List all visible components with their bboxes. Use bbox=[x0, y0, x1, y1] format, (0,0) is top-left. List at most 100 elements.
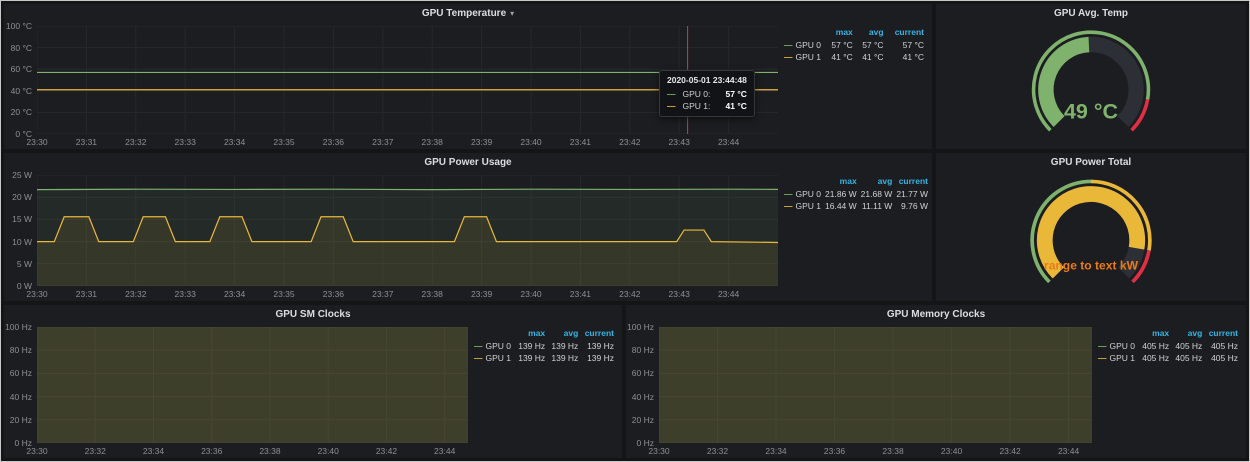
legend-row: —GPU 0405 Hz405 Hz405 Hz bbox=[1096, 340, 1240, 352]
legend-series-label: GPU 1 bbox=[796, 201, 822, 211]
panel-title-gpu-sm-clocks[interactable]: GPU SM Clocks bbox=[4, 305, 622, 323]
panel-gpu-power-total: GPU Power Total range to text kW bbox=[936, 153, 1246, 301]
gpu-power-usage-chart[interactable]: 0 W5 W10 W15 W20 W25 W23:3023:3123:3223:… bbox=[4, 171, 782, 301]
legend-value: 139 Hz bbox=[580, 340, 616, 352]
legend-value: 21.86 W bbox=[823, 188, 859, 200]
x-tick-label: 23:31 bbox=[76, 137, 97, 147]
tooltip-series-row: —GPU 1:41 °C bbox=[667, 100, 747, 112]
legend-header-current[interactable]: current bbox=[886, 27, 926, 39]
x-axis: 23:3023:3123:3223:3323:3423:3523:3623:37… bbox=[37, 135, 778, 149]
x-tick-label: 23:39 bbox=[471, 137, 492, 147]
legend-value: 21.77 W bbox=[894, 188, 930, 200]
legend-series-name[interactable]: —GPU 0 bbox=[1096, 340, 1138, 352]
legend-series-label: GPU 1 bbox=[1110, 353, 1136, 363]
x-tick-label: 23:44 bbox=[1058, 446, 1079, 456]
legend-value: 405 Hz bbox=[1204, 352, 1240, 364]
legend-value: 405 Hz bbox=[1138, 340, 1171, 352]
legend-header-current[interactable]: current bbox=[580, 328, 616, 340]
legend-value: 405 Hz bbox=[1204, 340, 1240, 352]
legend-value: 139 Hz bbox=[514, 352, 547, 364]
y-axis: 0 Hz20 Hz40 Hz60 Hz80 Hz100 Hz bbox=[4, 327, 35, 443]
legend-series-name[interactable]: —GPU 0 bbox=[472, 340, 514, 352]
panel-title-text: GPU Power Usage bbox=[424, 157, 511, 168]
x-tick-label: 23:36 bbox=[201, 446, 222, 456]
x-tick-label: 23:30 bbox=[26, 137, 47, 147]
legend-series-label: GPU 0 bbox=[486, 341, 512, 351]
panel-title-gpu-avg-temp[interactable]: GPU Avg. Temp bbox=[936, 4, 1246, 22]
legend-value: 139 Hz bbox=[580, 352, 616, 364]
x-tick-label: 23:36 bbox=[824, 446, 845, 456]
panel-title-gpu-power-total[interactable]: GPU Power Total bbox=[936, 153, 1246, 171]
legend-series-name[interactable]: —GPU 0 bbox=[782, 39, 824, 51]
x-tick-label: 23:41 bbox=[570, 137, 591, 147]
legend-row: —GPU 0139 Hz139 Hz139 Hz bbox=[472, 340, 616, 352]
legend-series-name[interactable]: —GPU 1 bbox=[472, 352, 514, 364]
legend-value: 57 °C bbox=[855, 39, 886, 51]
legend-row: —GPU 021.86 W21.68 W21.77 W bbox=[782, 188, 930, 200]
series-color-dash-icon: — bbox=[1098, 341, 1107, 351]
x-tick-label: 23:44 bbox=[434, 446, 455, 456]
legend-value: 139 Hz bbox=[547, 352, 580, 364]
x-tick-label: 23:34 bbox=[224, 137, 245, 147]
panel-body: 0 Hz20 Hz40 Hz60 Hz80 Hz100 Hz23:3023:32… bbox=[626, 323, 1246, 458]
legend-header-max[interactable]: max bbox=[1138, 328, 1171, 340]
legend-header-avg[interactable]: avg bbox=[547, 328, 580, 340]
y-axis: 0 Hz20 Hz40 Hz60 Hz80 Hz100 Hz bbox=[626, 327, 657, 443]
legend-header-max[interactable]: max bbox=[514, 328, 547, 340]
legend-table: maxavgcurrent—GPU 021.86 W21.68 W21.77 W… bbox=[782, 176, 930, 212]
legend-value: 41 °C bbox=[824, 51, 855, 63]
panel-body: 0 W5 W10 W15 W20 W25 W23:3023:3123:3223:… bbox=[4, 171, 932, 301]
legend-header-current[interactable]: current bbox=[1204, 328, 1240, 340]
legend-series-name[interactable]: —GPU 1 bbox=[782, 51, 824, 63]
gauge-svg: range to text kW bbox=[936, 173, 1246, 297]
x-tick-label: 23:38 bbox=[422, 137, 443, 147]
plot-area bbox=[37, 175, 778, 286]
legend-value: 139 Hz bbox=[514, 340, 547, 352]
legend-header-spacer bbox=[472, 328, 514, 340]
panel-body: 0 °C20 °C40 °C60 °C80 °C100 °C23:3023:31… bbox=[4, 22, 932, 149]
gpu-sm-clocks-chart[interactable]: 0 Hz20 Hz40 Hz60 Hz80 Hz100 Hz23:3023:32… bbox=[4, 323, 472, 458]
y-tick-label: 25 W bbox=[12, 170, 32, 180]
y-tick-label: 100 Hz bbox=[627, 322, 654, 332]
legend-table: maxavgcurrent—GPU 0139 Hz139 Hz139 Hz—GP… bbox=[472, 328, 616, 364]
x-tick-label: 23:42 bbox=[999, 446, 1020, 456]
legend-series-name[interactable]: —GPU 0 bbox=[782, 188, 823, 200]
legend-series-name[interactable]: —GPU 1 bbox=[1096, 352, 1138, 364]
x-tick-label: 23:31 bbox=[76, 289, 97, 299]
series-color-dash-icon: — bbox=[474, 341, 483, 351]
legend-value: 21.68 W bbox=[859, 188, 895, 200]
legend-header-avg[interactable]: avg bbox=[1171, 328, 1204, 340]
x-tick-label: 23:34 bbox=[765, 446, 786, 456]
x-tick-label: 23:33 bbox=[175, 137, 196, 147]
legend-header-spacer bbox=[1096, 328, 1138, 340]
legend-series-name[interactable]: —GPU 1 bbox=[782, 200, 823, 212]
tooltip-series-value: 57 °C bbox=[718, 88, 747, 100]
panel-title-gpu-temperature[interactable]: GPU Temperature ▾ bbox=[4, 4, 932, 22]
panel-title-gpu-power-usage[interactable]: GPU Power Usage bbox=[4, 153, 932, 171]
tooltip-time: 2020-05-01 23:44:48 bbox=[667, 75, 747, 85]
x-tick-label: 23:43 bbox=[669, 289, 690, 299]
gpu-sm-clocks-legend: maxavgcurrent—GPU 0139 Hz139 Hz139 Hz—GP… bbox=[472, 323, 622, 458]
legend-header-max[interactable]: max bbox=[824, 27, 855, 39]
dashboard-row-1: GPU Temperature ▾ 0 °C20 °C40 °C60 °C80 … bbox=[4, 4, 1246, 149]
panel-title-text: GPU Power Total bbox=[1051, 157, 1131, 168]
gpu-temperature-legend: maxavgcurrent—GPU 057 °C57 °C57 °C—GPU 1… bbox=[782, 22, 932, 149]
legend-table: maxavgcurrent—GPU 0405 Hz405 Hz405 Hz—GP… bbox=[1096, 328, 1240, 364]
legend-value: 405 Hz bbox=[1138, 352, 1171, 364]
legend-header-current[interactable]: current bbox=[894, 176, 930, 188]
x-tick-label: 23:39 bbox=[471, 289, 492, 299]
series-color-dash-icon: — bbox=[784, 189, 793, 199]
x-tick-label: 23:38 bbox=[882, 446, 903, 456]
y-tick-label: 60 °C bbox=[11, 64, 32, 74]
series-color-dash-icon: — bbox=[474, 353, 483, 363]
legend-header-avg[interactable]: avg bbox=[855, 27, 886, 39]
y-tick-label: 40 °C bbox=[11, 86, 32, 96]
legend-value: 57 °C bbox=[886, 39, 926, 51]
gpu-memory-clocks-chart[interactable]: 0 Hz20 Hz40 Hz60 Hz80 Hz100 Hz23:3023:32… bbox=[626, 323, 1096, 458]
x-tick-label: 23:38 bbox=[422, 289, 443, 299]
legend-value: 11.11 W bbox=[859, 200, 895, 212]
panel-title-text: GPU Avg. Temp bbox=[1054, 8, 1128, 19]
legend-header-avg[interactable]: avg bbox=[859, 176, 895, 188]
panel-title-gpu-memory-clocks[interactable]: GPU Memory Clocks bbox=[626, 305, 1246, 323]
legend-header-max[interactable]: max bbox=[823, 176, 859, 188]
